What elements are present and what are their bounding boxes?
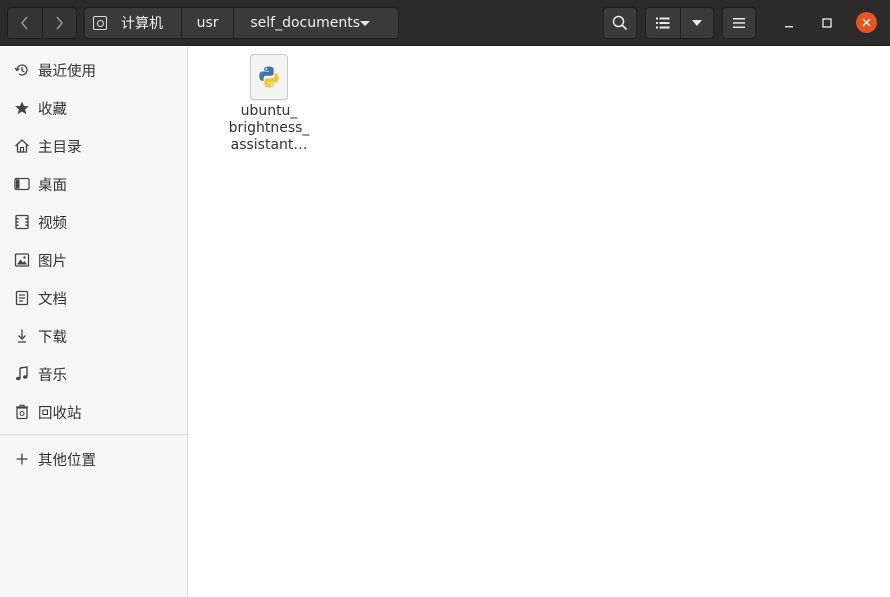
search-icon (612, 15, 628, 31)
desktop-icon (14, 176, 30, 192)
sidebar-item-label: 视频 (38, 215, 67, 232)
chevron-right-icon (56, 16, 64, 30)
disk-icon (93, 16, 107, 30)
sidebar-item-label: 图片 (38, 253, 67, 270)
caret-down-icon (360, 20, 370, 26)
home-icon (14, 138, 30, 154)
python-file-icon (250, 54, 288, 100)
sidebar-item-recent[interactable]: 最近使用 (0, 51, 188, 89)
music-icon (14, 366, 30, 382)
minimize-button[interactable] (777, 11, 801, 35)
file-view[interactable]: ubuntu_ brightness_ assistant… (189, 47, 890, 597)
file-item[interactable]: ubuntu_ brightness_ assistant… (223, 54, 315, 154)
document-icon (14, 290, 30, 306)
maximize-button[interactable] (815, 11, 839, 35)
search-button[interactable] (603, 7, 637, 39)
navigation-buttons (7, 7, 77, 39)
sidebar-item-music[interactable]: 音乐 (0, 355, 188, 393)
sidebar-item-label: 回收站 (38, 405, 82, 422)
sidebar-item-label: 主目录 (38, 139, 82, 156)
sidebar-item-label: 收藏 (38, 101, 67, 118)
download-icon (14, 328, 30, 344)
sidebar-item-desktop[interactable]: 桌面 (0, 165, 188, 203)
list-view-icon (655, 17, 670, 29)
sidebar: 最近使用 收藏 主目录 桌面 视频 图片 文档 下载 音乐 回收站 其他位置 (0, 47, 188, 597)
file-name: ubuntu_ brightness_ assistant… (223, 103, 315, 154)
forward-button[interactable] (41, 8, 76, 38)
file-name-line: assistant… (230, 137, 308, 153)
picture-icon (14, 252, 30, 268)
maximize-icon (822, 18, 832, 28)
plus-icon (14, 451, 30, 467)
close-icon (862, 18, 871, 27)
sidebar-item-documents[interactable]: 文档 (0, 279, 188, 317)
sidebar-item-trash[interactable]: 回收站 (0, 393, 188, 431)
video-icon (14, 214, 30, 230)
sidebar-item-pictures[interactable]: 图片 (0, 241, 188, 279)
view-dropdown-button[interactable] (679, 8, 714, 38)
path-crumb-usr[interactable]: usr (182, 8, 235, 38)
sidebar-item-home[interactable]: 主目录 (0, 127, 188, 165)
path-crumb-current[interactable]: self_documents (234, 8, 398, 38)
recent-icon (14, 62, 30, 78)
path-crumb-label: self_documents (250, 15, 360, 31)
sidebar-item-starred[interactable]: 收藏 (0, 89, 188, 127)
sidebar-item-other-locations[interactable]: 其他位置 (0, 440, 188, 478)
menu-button[interactable] (722, 7, 756, 39)
list-view-button[interactable] (646, 8, 680, 38)
path-bar: 计算机 usr self_documents (84, 7, 399, 39)
star-icon (14, 100, 30, 116)
back-button[interactable] (8, 8, 42, 38)
header-bar: 计算机 usr self_documents (0, 0, 890, 46)
sidebar-item-downloads[interactable]: 下载 (0, 317, 188, 355)
path-crumb-label: usr (196, 15, 219, 31)
sidebar-item-label: 音乐 (38, 367, 67, 384)
sidebar-separator (0, 434, 188, 435)
close-button[interactable] (856, 12, 877, 33)
chevron-left-icon (21, 16, 28, 30)
trash-icon (14, 404, 30, 420)
file-name-line: brightness_ (228, 120, 310, 136)
hamburger-menu-icon (733, 18, 745, 28)
path-crumb-computer[interactable]: 计算机 (85, 8, 182, 38)
view-options (645, 7, 714, 39)
sidebar-item-label: 桌面 (38, 177, 67, 194)
sidebar-item-videos[interactable]: 视频 (0, 203, 188, 241)
file-name-line: ubuntu_ (240, 103, 298, 119)
minimize-icon (785, 26, 793, 28)
sidebar-item-label: 其他位置 (38, 452, 96, 469)
sidebar-item-label: 下载 (38, 329, 67, 346)
sidebar-item-label: 文档 (38, 291, 67, 308)
sidebar-item-label: 最近使用 (38, 63, 96, 80)
path-crumb-label: 计算机 (121, 16, 163, 32)
caret-down-icon (691, 20, 702, 26)
